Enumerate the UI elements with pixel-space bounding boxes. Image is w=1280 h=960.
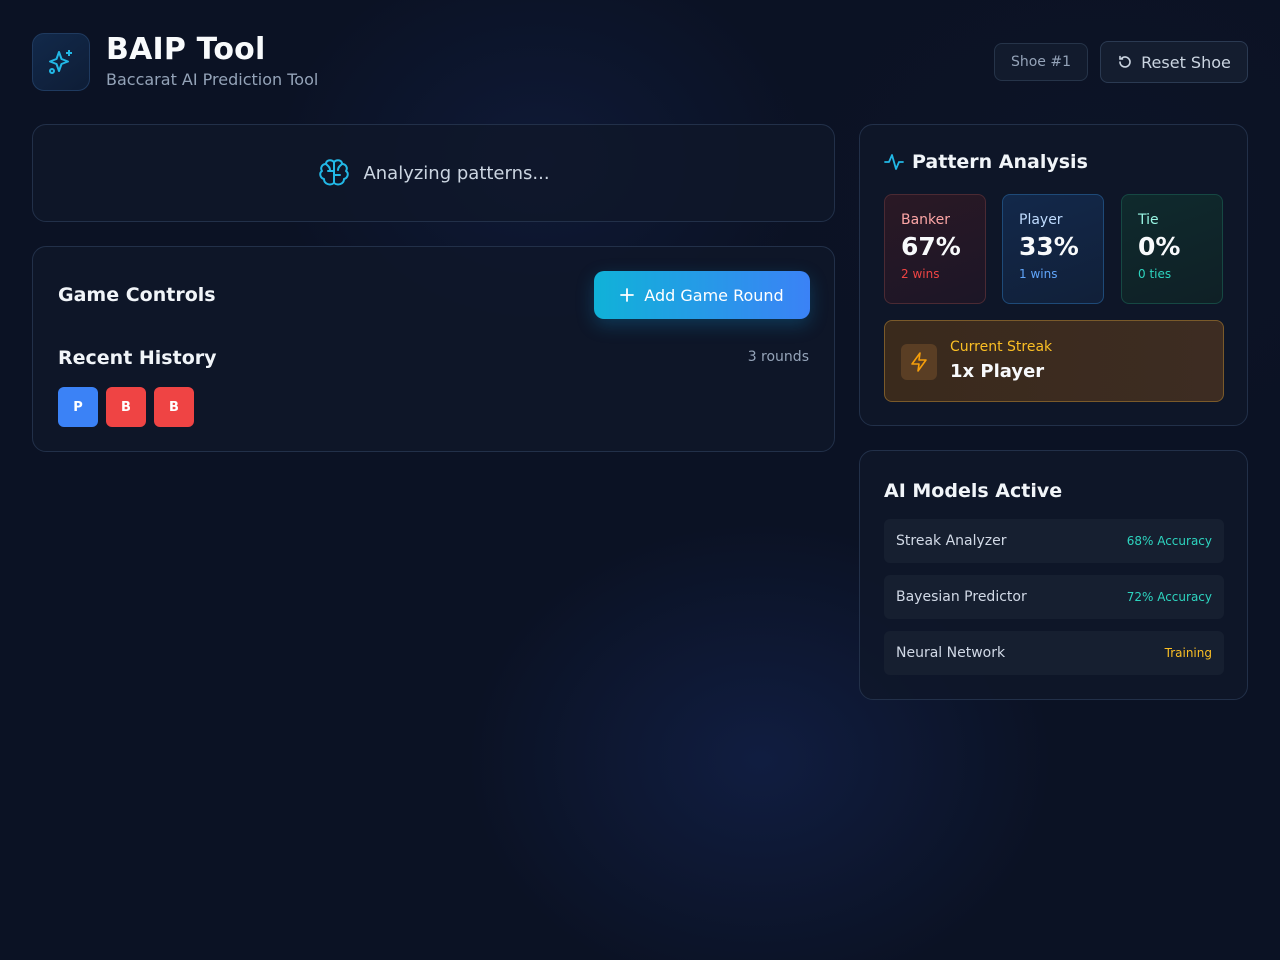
model-status: Training — [1164, 646, 1212, 660]
current-streak: Current Streak 1x Player — [884, 320, 1224, 402]
model-status: 72% Accuracy — [1126, 590, 1212, 604]
history-chip-banker[interactable]: B — [154, 387, 194, 427]
rounds-count: 3 rounds — [747, 349, 809, 365]
model-name: Neural Network — [896, 645, 1006, 661]
refresh-icon — [1119, 55, 1131, 68]
model-name: Bayesian Predictor — [896, 589, 1027, 605]
shoe-badge: Shoe #1 — [994, 43, 1088, 81]
model-row-neural-network: Neural Network Training — [884, 631, 1224, 675]
banker-percent: 67% — [901, 232, 961, 261]
sparkles-icon — [32, 33, 90, 91]
tie-label: Tie — [1138, 212, 1159, 228]
streak-label: Current Streak — [950, 339, 1053, 355]
analyzing-text: Analyzing patterns... — [363, 162, 550, 184]
game-controls-panel: Game Controls Add Game Round Recent Hist… — [32, 246, 835, 452]
history-chip-player[interactable]: P — [58, 387, 98, 427]
model-name: Streak Analyzer — [896, 533, 1007, 549]
tie-stat: Tie 0% 0 ties — [1121, 194, 1223, 304]
app-title: BAIP Tool — [106, 32, 266, 67]
pattern-analysis-header: Pattern Analysis — [884, 151, 1088, 173]
banker-label: Banker — [901, 212, 951, 228]
add-game-round-label: Add Game Round — [644, 285, 784, 305]
pattern-analysis-panel: Pattern Analysis Banker 67% 2 wins Playe… — [859, 124, 1248, 426]
plus-icon — [620, 288, 635, 302]
tie-percent: 0% — [1138, 232, 1181, 261]
lightning-icon — [901, 344, 937, 380]
recent-history-title: Recent History — [58, 347, 217, 369]
model-row-streak-analyzer: Streak Analyzer 68% Accuracy — [884, 519, 1224, 563]
history-chip-banker[interactable]: B — [106, 387, 146, 427]
model-row-bayesian-predictor: Bayesian Predictor 72% Accuracy — [884, 575, 1224, 619]
player-label: Player — [1019, 212, 1063, 228]
player-stat: Player 33% 1 wins — [1002, 194, 1104, 304]
ai-models-title: AI Models Active — [884, 480, 1063, 502]
pattern-analysis-title: Pattern Analysis — [912, 151, 1088, 173]
app-subtitle: Baccarat AI Prediction Tool — [106, 70, 319, 89]
model-status: 68% Accuracy — [1126, 534, 1212, 548]
add-game-round-button[interactable]: Add Game Round — [594, 271, 810, 319]
reset-shoe-button[interactable]: Reset Shoe — [1100, 41, 1248, 83]
banker-wins: 2 wins — [901, 267, 940, 281]
ai-models-panel: AI Models Active Streak Analyzer 68% Acc… — [859, 450, 1248, 700]
history-list: P B B — [58, 387, 194, 427]
header: BAIP Tool Baccarat AI Prediction Tool Sh… — [32, 32, 1248, 92]
reset-shoe-label: Reset Shoe — [1141, 52, 1231, 72]
player-percent: 33% — [1019, 232, 1079, 261]
player-wins: 1 wins — [1019, 267, 1058, 281]
game-controls-title: Game Controls — [58, 284, 216, 306]
tie-count: 0 ties — [1138, 267, 1172, 281]
brain-icon — [319, 159, 350, 186]
banker-stat: Banker 67% 2 wins — [884, 194, 986, 304]
analyzing-banner: Analyzing patterns... — [32, 124, 835, 222]
streak-value: 1x Player — [950, 361, 1045, 382]
activity-icon — [884, 154, 904, 170]
